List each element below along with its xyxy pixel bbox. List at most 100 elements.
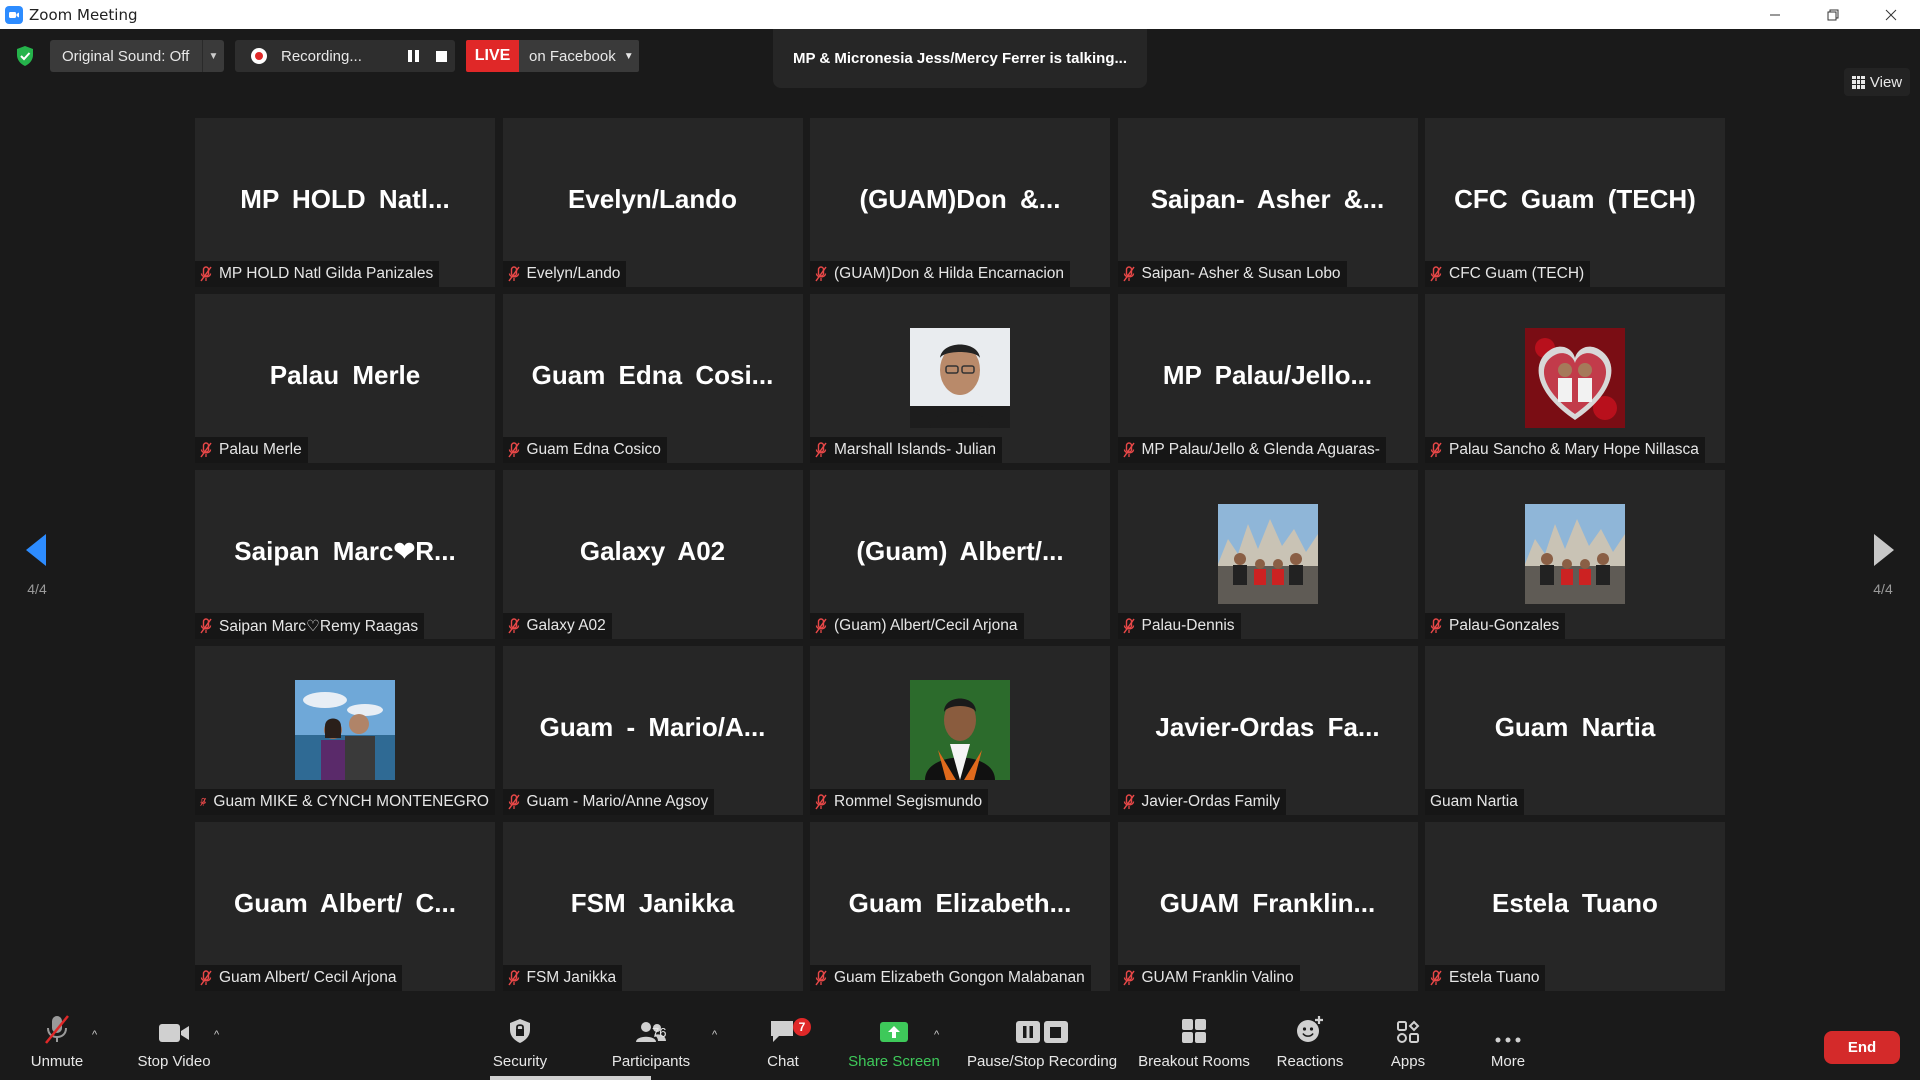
participant-tile[interactable]: Marshall Islands- Julian	[810, 294, 1110, 463]
zoom-app-icon	[5, 5, 23, 24]
muted-microphone-icon	[1430, 618, 1442, 634]
restore-button[interactable]	[1804, 0, 1862, 29]
participant-tile[interactable]: FSM Janikka FSM Janikka	[502, 822, 803, 991]
participant-display-name: Javier-Ordas Fa...	[1155, 712, 1380, 742]
encryption-shield-icon[interactable]	[15, 45, 35, 67]
participant-tile[interactable]: Palau Merle Palau Merle	[195, 294, 495, 463]
chat-button[interactable]: 7 Chat	[755, 1009, 811, 1080]
stop-recording-button[interactable]	[427, 42, 455, 70]
chat-label: Chat	[767, 1053, 799, 1070]
arrow-left-icon	[26, 534, 46, 566]
participant-name: Palau Sancho & Mary Hope Nillasca	[1449, 441, 1699, 458]
unmute-button[interactable]: Unmute	[22, 1009, 92, 1080]
apps-button[interactable]: Apps	[1380, 1009, 1436, 1080]
security-button[interactable]: Security	[480, 1009, 560, 1080]
participant-name: Estela Tuano	[1449, 969, 1540, 986]
participant-tile[interactable]: Palau Sancho & Mary Hope Nillasca	[1425, 294, 1725, 463]
muted-microphone-icon	[815, 618, 827, 634]
participant-tile[interactable]: Guam Nartia Guam Nartia	[1425, 646, 1725, 815]
muted-microphone-icon	[200, 970, 212, 986]
stop-video-button[interactable]: Stop Video	[128, 1009, 220, 1080]
participant-display-name: Palau Merle	[269, 360, 421, 390]
participant-tile[interactable]: CFC Guam (TECH) CFC Guam (TECH)	[1425, 118, 1725, 287]
end-meeting-button[interactable]: End	[1824, 1031, 1900, 1064]
participant-name-tag: (GUAM)Don & Hilda Encarnacion	[810, 261, 1071, 287]
participants-options-caret[interactable]: ^	[712, 1029, 717, 1041]
participant-avatar	[295, 680, 395, 780]
participant-display-name: Guam Elizabeth...	[848, 888, 1072, 918]
meeting-controls-bar: Unmute ^ Stop Video ^ Security 76 Partic…	[0, 1009, 1920, 1080]
participant-tile[interactable]: (Guam) Albert/... (Guam) Albert/Cecil Arj…	[810, 470, 1110, 639]
muted-microphone-icon	[200, 266, 212, 282]
participant-name: Evelyn/Lando	[526, 265, 621, 282]
participant-name: Saipan- Asher & Susan Lobo	[1141, 265, 1341, 282]
chevron-down-icon[interactable]: ▼	[202, 40, 224, 72]
participant-tile[interactable]: Javier-Ordas Fa... Javier-Ordas Family	[1117, 646, 1418, 815]
participant-avatar	[1525, 504, 1625, 604]
stop-video-label: Stop Video	[137, 1053, 211, 1070]
muted-microphone-icon	[1122, 618, 1135, 634]
participant-tile[interactable]: Guam Albert/ C... Guam Albert/ Cecil Arjo…	[195, 822, 495, 991]
participant-name-tag: Guam - Mario/Anne Agsoy	[502, 789, 715, 815]
original-sound-toggle[interactable]: Original Sound: Off ▼	[50, 40, 224, 72]
participant-display-name: MP HOLD Natl...	[240, 184, 450, 214]
participant-tile[interactable]: MP HOLD Natl... MP HOLD Natl Gilda Paniza…	[195, 118, 495, 287]
previous-page-button[interactable]: 4/4	[22, 530, 52, 600]
participant-tile[interactable]: (GUAM)Don &... (GUAM)Don & Hilda Encarnac…	[810, 118, 1110, 287]
muted-microphone-icon	[200, 797, 207, 806]
participant-avatar	[1525, 328, 1625, 428]
more-button[interactable]: More	[1480, 1009, 1536, 1080]
breakout-rooms-label: Breakout Rooms	[1138, 1053, 1250, 1070]
security-label: Security	[492, 1053, 548, 1070]
participant-name: Saipan Marc♡Remy Raagas	[219, 617, 419, 635]
participant-name-tag: Saipan- Asher & Susan Lobo	[1117, 261, 1347, 287]
breakout-rooms-icon	[1182, 1019, 1206, 1043]
participant-name-tag: Saipan Marc♡Remy Raagas	[195, 613, 425, 639]
muted-microphone-icon	[1122, 970, 1135, 986]
participant-avatar	[1217, 504, 1318, 604]
more-dots-icon	[1495, 1037, 1521, 1043]
pause-recording-button[interactable]	[399, 42, 427, 70]
participant-tile[interactable]: Rommel Segismundo	[810, 646, 1110, 815]
participant-display-name: (GUAM)Don &...	[859, 184, 1061, 214]
next-page-button[interactable]: 4/4	[1868, 530, 1898, 600]
audio-options-caret[interactable]: ^	[92, 1029, 97, 1041]
breakout-rooms-button[interactable]: Breakout Rooms	[1132, 1009, 1256, 1080]
participant-tile[interactable]: Galaxy A02 Galaxy A02	[502, 470, 803, 639]
participant-tile[interactable]: MP Palau/Jello... MP Palau/Jello & Glenda…	[1117, 294, 1418, 463]
participant-tile[interactable]: Saipan Marc❤R... Saipan Marc♡Remy Raagas	[195, 470, 495, 639]
participant-tile[interactable]: Guam Elizabeth... Guam Elizabeth Gongon M…	[810, 822, 1110, 991]
participant-tile[interactable]: Guam - Mario/A... Guam - Mario/Anne Agsoy	[502, 646, 803, 815]
pause-stop-recording-label: Pause/Stop Recording	[966, 1053, 1118, 1070]
security-shield-icon	[510, 1019, 530, 1043]
live-stream-target-dropdown[interactable]: on Facebook ▼	[519, 40, 639, 72]
minimize-icon	[1770, 14, 1780, 15]
reactions-button[interactable]: Reactions	[1270, 1009, 1350, 1080]
minimize-button[interactable]	[1746, 0, 1804, 29]
participant-tile[interactable]: Evelyn/Lando Evelyn/Lando	[502, 118, 803, 287]
share-options-caret[interactable]: ^	[934, 1029, 939, 1041]
participant-tile[interactable]: GUAM Franklin... GUAM Franklin Valino	[1117, 822, 1418, 991]
pause-stop-recording-button[interactable]: Pause/Stop Recording	[962, 1009, 1122, 1080]
view-button[interactable]: View	[1844, 68, 1910, 96]
participant-tile[interactable]: Saipan- Asher &... Saipan- Asher & Susan …	[1117, 118, 1418, 287]
participant-display-name: Galaxy A02	[579, 536, 726, 566]
participant-tile[interactable]: Guam Edna Cosi... Guam Edna Cosico	[502, 294, 803, 463]
muted-microphone-icon	[1122, 794, 1135, 810]
participant-tile[interactable]: Estela Tuano Estela Tuano	[1425, 822, 1725, 991]
muted-microphone-icon	[1430, 266, 1442, 282]
muted-microphone-icon	[1430, 970, 1442, 986]
share-screen-button[interactable]: Share Screen	[846, 1009, 942, 1080]
video-options-caret[interactable]: ^	[214, 1029, 219, 1041]
participant-name-tag: GUAM Franklin Valino	[1117, 965, 1300, 991]
participant-name-tag: Guam Elizabeth Gongon Malabanan	[810, 965, 1091, 991]
participants-button[interactable]: 76 Participants	[600, 1009, 702, 1080]
close-window-button[interactable]	[1862, 0, 1920, 29]
participant-tile[interactable]: Palau-Gonzales	[1425, 470, 1725, 639]
participant-name-tag: Galaxy A02	[502, 613, 612, 639]
participant-tile[interactable]: Guam MIKE & CYNCH MONTENEGRO	[195, 646, 495, 815]
participant-name-tag: MP Palau/Jello & Glenda Aguaras-	[1117, 437, 1386, 463]
arrow-right-icon	[1874, 534, 1894, 566]
participant-display-name: Saipan- Asher &...	[1150, 184, 1385, 214]
participant-tile[interactable]: Palau-Dennis	[1117, 470, 1418, 639]
